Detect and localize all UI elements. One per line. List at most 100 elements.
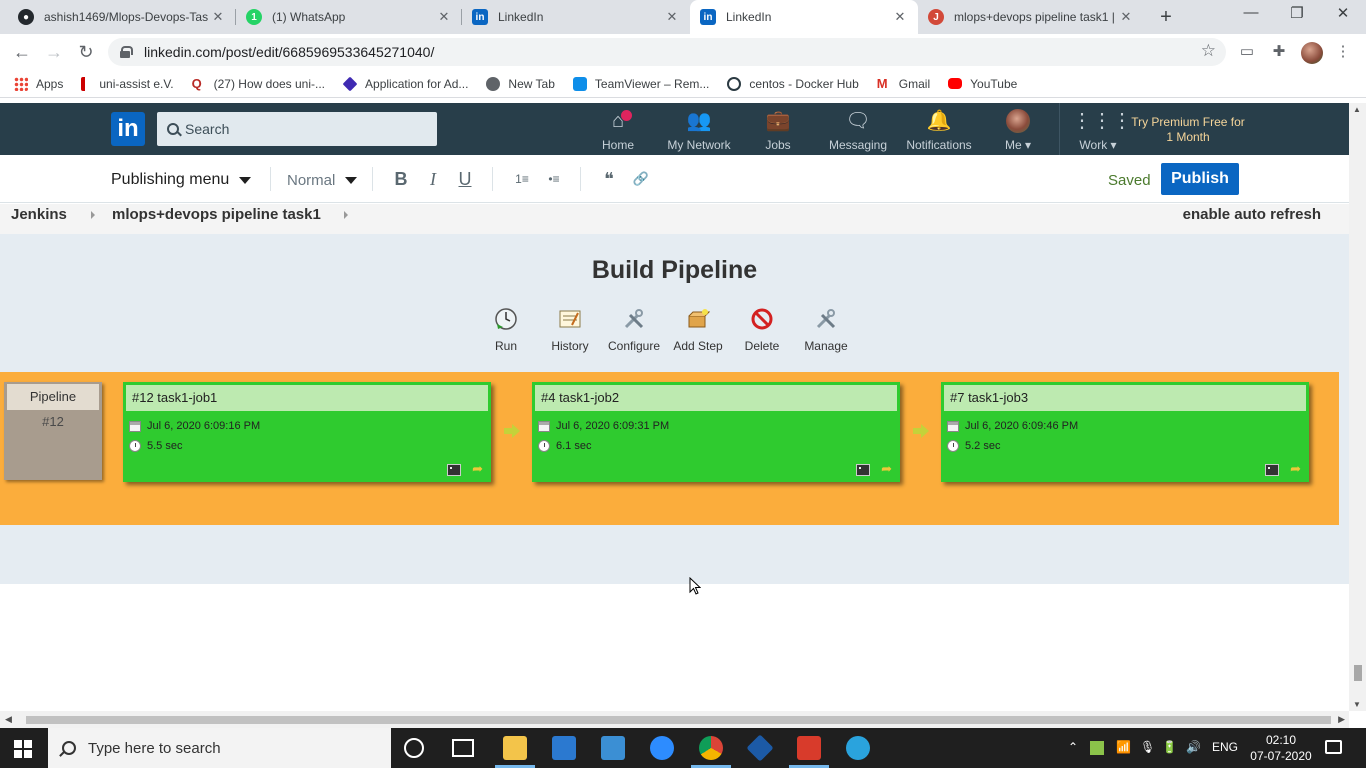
address-bar[interactable]: linkedin.com/post/edit/66859695336452710…: [108, 38, 1226, 66]
windows-start-icon[interactable]: [14, 740, 32, 758]
publishing-menu-dropdown[interactable]: Publishing menu: [111, 171, 252, 189]
console-icon[interactable]: [1265, 464, 1279, 476]
language-indicator[interactable]: ENG: [1212, 740, 1238, 754]
scroll-down-icon[interactable]: ▼: [1353, 700, 1361, 709]
bookmark-teamviewer[interactable]: TeamViewer – Rem...: [572, 76, 709, 91]
nav-work[interactable]: ⋮⋮⋮ Work ▾: [1072, 109, 1132, 153]
console-icon[interactable]: [856, 464, 870, 476]
delete-action[interactable]: Delete: [732, 307, 792, 353]
bookmark-gmail[interactable]: M Gmail: [877, 76, 930, 91]
virtualbox-icon[interactable]: [746, 734, 774, 762]
italic-button[interactable]: I: [422, 168, 444, 190]
nav-messaging[interactable]: 🗨 Messaging: [826, 109, 890, 153]
taskbar-search-input[interactable]: Type here to search: [48, 728, 391, 768]
link-button[interactable]: 🔗: [630, 168, 652, 190]
nav-my-network[interactable]: 👥 My Network: [664, 109, 734, 153]
close-tab-icon[interactable]: ✕: [436, 9, 452, 25]
bookmark-uni-assist[interactable]: uni-assist e.V.: [81, 76, 174, 91]
nvidia-tray-icon[interactable]: [1090, 741, 1104, 755]
store-icon[interactable]: [552, 736, 576, 760]
horizontal-scrollbar[interactable]: ◀ ▶: [0, 711, 1349, 728]
new-tab-button[interactable]: +: [1156, 6, 1176, 28]
breadcrumb-job[interactable]: mlops+devops pipeline task1: [112, 206, 321, 223]
tray-overflow-icon[interactable]: ⌃: [1068, 740, 1078, 754]
tab-linkedin-1[interactable]: in LinkedIn ✕: [462, 0, 690, 34]
job-card[interactable]: #4 task1-job2 Jul 6, 2020 6:09:31 PM 6.1…: [532, 382, 900, 482]
scroll-up-icon[interactable]: ▲: [1353, 105, 1361, 114]
nav-me[interactable]: Me ▾: [996, 109, 1040, 153]
job-card[interactable]: #12 task1-job1 Jul 6, 2020 6:09:16 PM 5.…: [123, 382, 491, 482]
publish-button[interactable]: Publish: [1161, 163, 1239, 195]
configure-action[interactable]: Configure: [604, 307, 664, 353]
bookmark-star-icon[interactable]: ☆: [1201, 41, 1216, 61]
volume-icon[interactable]: 🔊: [1186, 740, 1201, 754]
bookmark-docker[interactable]: centos - Docker Hub: [727, 76, 859, 91]
run-action[interactable]: Run: [476, 307, 536, 353]
manage-action[interactable]: Manage: [796, 307, 856, 353]
try-premium-link[interactable]: Try Premium Free for 1 Month: [1130, 115, 1246, 145]
remote-desktop-icon[interactable]: [601, 736, 625, 760]
forward-button[interactable]: →: [42, 41, 66, 63]
text-style-dropdown[interactable]: Normal: [287, 172, 358, 189]
cortana-icon[interactable]: [404, 738, 424, 758]
close-tab-icon[interactable]: ✕: [210, 9, 226, 25]
search-input[interactable]: Search: [157, 112, 437, 146]
bookmark-quora[interactable]: Q (27) How does uni-...: [192, 76, 325, 91]
job-card[interactable]: #7 task1-job3 Jul 6, 2020 6:09:46 PM 5.2…: [941, 382, 1309, 482]
quote-button[interactable]: ❝: [598, 168, 620, 190]
file-explorer-icon[interactable]: [503, 736, 527, 760]
bold-button[interactable]: B: [390, 168, 412, 190]
nav-home[interactable]: ⌂ Home: [598, 109, 638, 153]
rerun-icon[interactable]: ➦: [472, 461, 483, 477]
restore-button[interactable]: ❐: [1274, 4, 1320, 22]
scroll-thumb[interactable]: [26, 716, 1331, 724]
rerun-icon[interactable]: ➦: [881, 461, 892, 477]
cast-icon[interactable]: ▭: [1238, 43, 1256, 61]
bookmark-youtube[interactable]: YouTube: [948, 77, 1017, 91]
wifi-icon[interactable]: 📶: [1116, 740, 1131, 754]
scroll-right-icon[interactable]: ▶: [1338, 714, 1345, 725]
chrome-icon[interactable]: [699, 736, 723, 760]
telegram-icon[interactable]: [846, 736, 870, 760]
scroll-left-icon[interactable]: ◀: [5, 714, 12, 725]
tab-jenkins[interactable]: J mlops+devops pipeline task1 | ✕: [918, 0, 1144, 34]
rerun-icon[interactable]: ➦: [1290, 461, 1301, 477]
bookmark-new-tab[interactable]: New Tab: [486, 76, 555, 91]
task-view-icon[interactable]: [452, 739, 474, 757]
add-step-action[interactable]: Add Step: [668, 307, 728, 353]
close-tab-icon[interactable]: ✕: [892, 9, 908, 25]
close-window-button[interactable]: ✕: [1320, 4, 1366, 22]
bulleted-list-button[interactable]: •≡: [543, 168, 565, 190]
system-clock[interactable]: 02:10 07-07-2020: [1248, 732, 1314, 764]
media-app-icon[interactable]: [797, 736, 821, 760]
minimize-button[interactable]: —: [1228, 4, 1274, 21]
chrome-menu-icon[interactable]: ⋮: [1334, 43, 1352, 61]
battery-icon[interactable]: 🔋: [1162, 740, 1177, 754]
extensions-icon[interactable]: ✚: [1270, 43, 1288, 61]
bookmark-application[interactable]: Application for Ad...: [342, 76, 468, 91]
pipeline-run-box[interactable]: Pipeline #12: [4, 382, 102, 480]
tab-whatsapp[interactable]: 1 (1) WhatsApp ✕: [236, 0, 462, 34]
close-tab-icon[interactable]: ✕: [664, 9, 680, 25]
bookmark-apps[interactable]: Apps: [14, 76, 63, 91]
back-button[interactable]: ←: [10, 41, 34, 63]
close-tab-icon[interactable]: ✕: [1118, 9, 1134, 25]
console-icon[interactable]: [447, 464, 461, 476]
linkedin-logo[interactable]: in: [111, 112, 145, 146]
numbered-list-button[interactable]: 1≡: [511, 168, 533, 190]
breadcrumb-jenkins[interactable]: Jenkins: [11, 206, 67, 223]
nav-jobs[interactable]: 💼 Jobs: [758, 109, 798, 153]
action-center-icon[interactable]: [1325, 740, 1342, 754]
vertical-scrollbar[interactable]: ▲ ▼: [1349, 103, 1366, 711]
scroll-thumb[interactable]: [1354, 665, 1362, 681]
microphone-icon[interactable]: 🎙: [1140, 740, 1155, 754]
enable-auto-refresh-link[interactable]: enable auto refresh: [1183, 206, 1321, 223]
tab-github[interactable]: ● ashish1469/Mlops-Devops-Tas ✕: [8, 0, 236, 34]
reload-button[interactable]: ↻: [74, 41, 98, 63]
tab-linkedin-active[interactable]: in LinkedIn ✕: [690, 0, 918, 34]
profile-avatar[interactable]: [1301, 42, 1323, 64]
history-action[interactable]: History: [540, 307, 600, 353]
zoom-icon[interactable]: [650, 736, 674, 760]
underline-button[interactable]: U: [454, 168, 476, 190]
nav-notifications[interactable]: 🔔 Notifications: [902, 109, 976, 153]
